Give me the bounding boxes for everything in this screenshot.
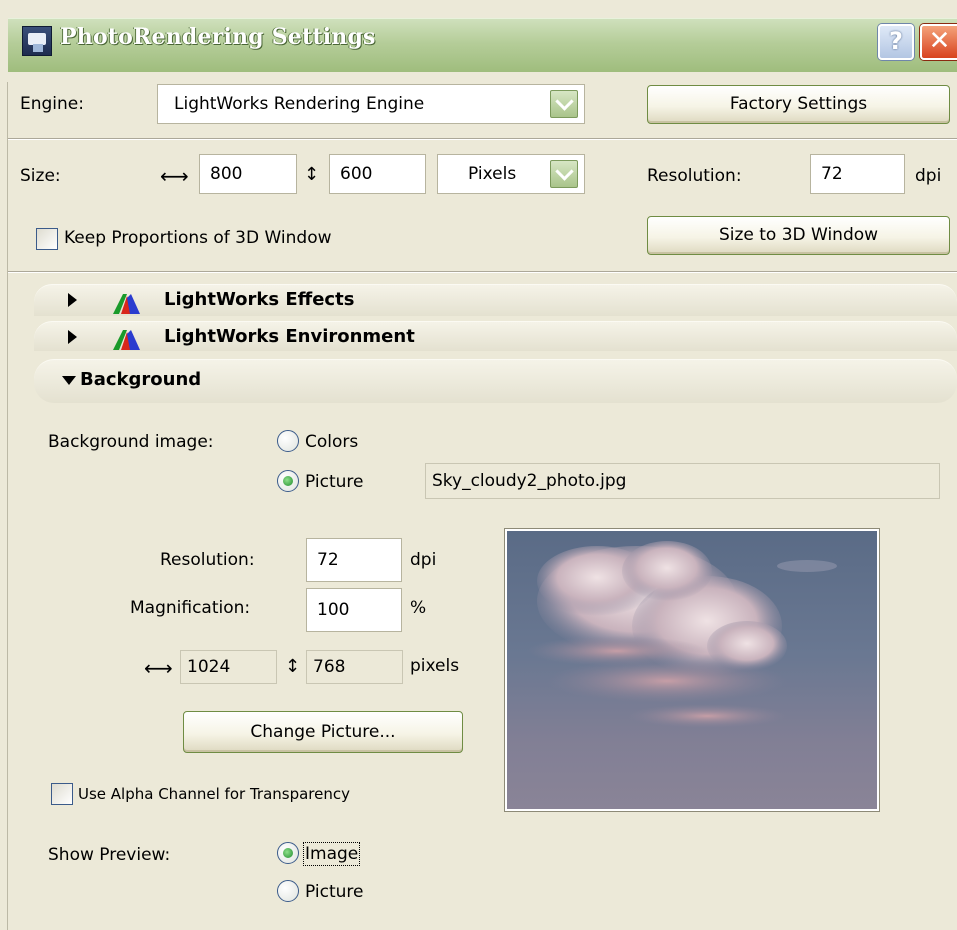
background-image-label: Background image: <box>48 432 214 452</box>
picture-radio-label[interactable]: Picture <box>305 472 363 492</box>
pixel-height-field: 768 <box>306 650 403 684</box>
chevron-down-icon[interactable] <box>550 160 578 188</box>
bg-resolution-label: Resolution: <box>160 550 255 570</box>
bg-resolution-unit: dpi <box>410 550 437 570</box>
close-button[interactable]: ✕ <box>920 24 957 60</box>
magnification-unit: % <box>410 598 427 618</box>
cloud-picture <box>527 541 837 728</box>
horizontal-arrows-icon: ⟷ <box>144 656 173 680</box>
divider <box>8 271 957 273</box>
height-input[interactable]: 600 <box>329 154 426 194</box>
help-button[interactable]: ? <box>878 24 914 60</box>
collapse-arrow-icon <box>62 376 76 385</box>
preview-picture-radio-label[interactable]: Picture <box>305 882 363 902</box>
expand-arrow-icon <box>68 330 77 344</box>
size-unit-dropdown[interactable]: Pixels <box>437 154 585 194</box>
section-title: LightWorks Effects <box>164 289 355 310</box>
section-title: LightWorks Environment <box>164 326 415 347</box>
width-input[interactable]: 800 <box>199 154 297 194</box>
magnification-input[interactable]: 100 <box>306 588 402 632</box>
window-title: PhotoRendering Settings <box>60 24 376 50</box>
size-to-3d-window-button[interactable]: Size to 3D Window <box>647 216 950 255</box>
background-preview-image <box>505 529 879 811</box>
picture-radio[interactable] <box>277 470 299 492</box>
resolution-input[interactable]: 72 <box>810 154 905 194</box>
size-unit-value: Pixels <box>468 164 517 184</box>
app-window-icon <box>22 26 52 56</box>
alpha-channel-label[interactable]: Use Alpha Channel for Transparency <box>78 785 350 803</box>
chevron-down-icon[interactable] <box>550 90 578 118</box>
magnification-label: Magnification: <box>130 598 251 618</box>
resolution-unit: dpi <box>915 166 942 186</box>
pixel-unit: pixels <box>410 656 460 676</box>
preview-image-radio-label[interactable]: Image <box>302 842 361 866</box>
preview-image-radio[interactable] <box>277 842 299 864</box>
keep-proportions-checkbox[interactable] <box>36 228 58 250</box>
show-preview-label: Show Preview: <box>48 845 171 865</box>
section-lightworks-environment[interactable]: LightWorks Environment <box>34 321 957 351</box>
section-title: Background <box>80 369 202 390</box>
section-lightworks-effects[interactable]: LightWorks Effects <box>34 284 957 316</box>
pixel-width-field: 1024 <box>180 650 277 684</box>
lightworks-icon <box>113 294 140 314</box>
vertical-arrows-icon: ↕ <box>304 164 320 185</box>
keep-proportions-label[interactable]: Keep Proportions of 3D Window <box>64 228 332 248</box>
window-border <box>0 82 8 930</box>
colors-radio[interactable] <box>277 430 299 452</box>
alpha-channel-checkbox[interactable] <box>51 783 73 805</box>
engine-label: Engine: <box>20 94 84 114</box>
divider <box>8 138 957 140</box>
picture-file-field: Sky_cloudy2_photo.jpg <box>425 463 940 499</box>
preview-picture-radio[interactable] <box>277 880 299 902</box>
colors-radio-label[interactable]: Colors <box>305 432 358 452</box>
engine-dropdown[interactable]: LightWorks Rendering Engine <box>157 84 585 124</box>
size-label: Size: <box>20 166 61 186</box>
horizontal-arrows-icon: ⟷ <box>160 164 189 188</box>
resolution-label: Resolution: <box>647 166 742 186</box>
change-picture-button[interactable]: Change Picture... <box>183 711 463 753</box>
factory-settings-button[interactable]: Factory Settings <box>647 85 950 124</box>
bg-resolution-input[interactable]: 72 <box>306 538 402 582</box>
engine-dropdown-value: LightWorks Rendering Engine <box>174 94 425 114</box>
section-background[interactable]: Background <box>34 359 957 403</box>
expand-arrow-icon <box>68 293 77 307</box>
lightworks-icon <box>113 330 140 350</box>
vertical-arrows-icon: ↕ <box>285 656 301 677</box>
